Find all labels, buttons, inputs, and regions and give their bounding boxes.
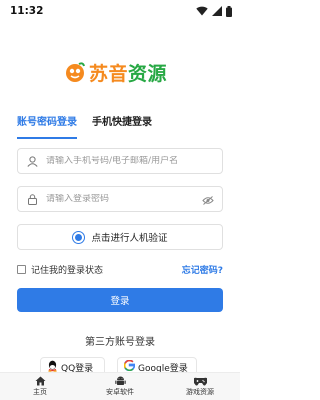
captcha-label: 点击进行人机验证 <box>91 233 168 244</box>
nav-item-home[interactable]: 主页 <box>0 373 80 400</box>
signal-icon <box>212 6 222 16</box>
bottom-nav: 主页 安卓软件 游戏资源 <box>0 372 240 400</box>
password-input[interactable] <box>46 194 202 204</box>
nav-label-games: 游戏资源 <box>186 387 214 396</box>
logo-mark-icon <box>64 61 86 83</box>
logo-text-part2: 资源 <box>128 62 168 85</box>
third-party-title: 第三方账号登录 <box>85 337 155 348</box>
nav-label-home: 主页 <box>33 388 47 396</box>
status-icons <box>196 5 232 17</box>
gamepad-icon <box>193 377 207 386</box>
eye-off-icon[interactable] <box>202 190 214 209</box>
status-bar: 11:32 <box>0 0 240 22</box>
status-time: 11:32 <box>10 5 44 17</box>
nav-label-android: 安卓软件 <box>106 388 134 396</box>
username-input[interactable] <box>46 156 222 166</box>
captcha-radio-icon <box>72 230 86 244</box>
logo-text: 苏音资源 <box>89 59 167 86</box>
remember-option[interactable]: 记住我的登录状态 <box>17 263 103 276</box>
tab-password-login[interactable]: 账号密码登录 <box>17 115 77 139</box>
password-field[interactable] <box>17 186 223 212</box>
logo-text-part1: 苏音 <box>89 62 129 85</box>
app-logo: 苏音资源 <box>64 58 179 86</box>
login-button[interactable]: 登录 <box>17 288 223 312</box>
remember-label: 记住我的登录状态 <box>31 265 104 276</box>
nav-item-games[interactable]: 游戏资源 <box>160 373 240 400</box>
wifi-icon <box>196 6 208 16</box>
captcha-button[interactable]: 点击进行人机验证 <box>17 224 223 250</box>
android-icon <box>114 376 126 386</box>
home-icon <box>35 376 46 386</box>
lock-icon <box>27 190 38 209</box>
forgot-password-link[interactable]: 忘记密码? <box>182 263 223 276</box>
battery-icon <box>226 5 232 17</box>
username-field[interactable] <box>17 148 223 174</box>
login-tabs: 账号密码登录 手机快捷登录 <box>17 115 152 139</box>
remember-checkbox[interactable] <box>17 264 26 274</box>
tab-phone-login[interactable]: 手机快捷登录 <box>92 115 152 139</box>
user-icon <box>27 152 38 171</box>
remember-row: 记住我的登录状态 忘记密码? <box>17 262 223 276</box>
nav-item-android[interactable]: 安卓软件 <box>80 373 160 400</box>
